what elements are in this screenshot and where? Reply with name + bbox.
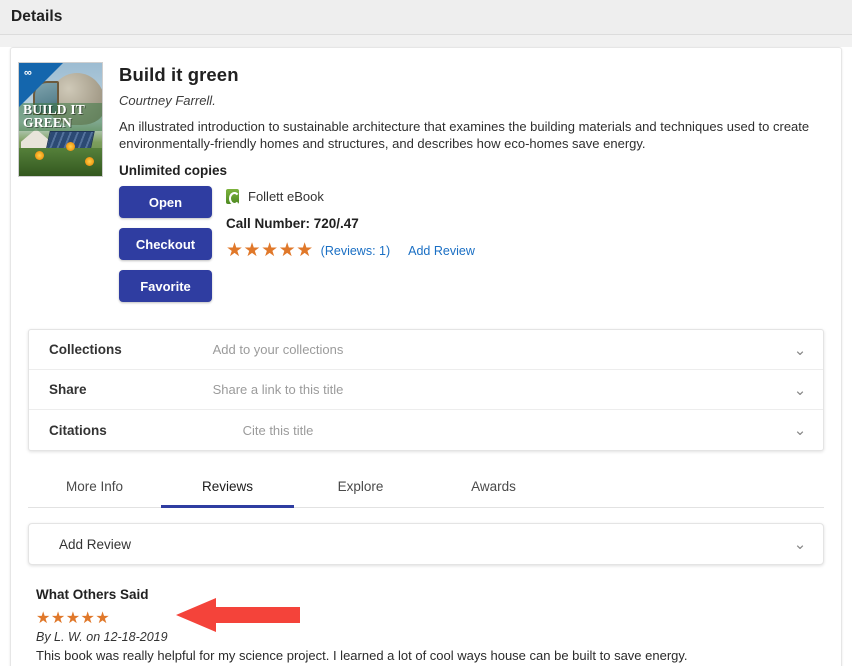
accordion-row-collections[interactable]: Collections Add to your collections ⌄ [29,330,823,370]
accordion-row-share[interactable]: Share Share a link to this title ⌄ [29,370,823,410]
open-button[interactable]: Open [119,186,212,218]
book-title: Build it green [119,64,239,85]
cover-flower [66,142,75,151]
tab-reviews[interactable]: Reviews [161,469,294,508]
cover-flower [35,151,44,160]
availability-label: Unlimited copies [119,163,228,178]
book-cover-image[interactable]: BUILD IT GREEN ∞ [18,62,103,177]
accordion-hint: Add to your collections [212,342,344,357]
book-info: Build it green Courtney Farrell. An illu… [103,62,834,312]
chevron-down-icon[interactable]: ⌄ [777,381,823,399]
details-page: Details BUILD IT GREEN ∞ Build it green … [0,0,852,666]
accordion-row-citations[interactable]: Citations Cite this title ⌄ [29,410,823,450]
star-rating: ★★★★★ [226,240,314,261]
add-review-panel-label: Add Review [59,536,132,552]
page-title: Details [11,8,63,25]
tab-awards[interactable]: Awards [427,469,560,508]
review-star-rating: ★★★★★ [36,610,111,627]
reviews-count-link[interactable]: (Reviews: 1) [321,244,390,258]
add-review-link[interactable]: Add Review [408,244,475,258]
book-author: Courtney Farrell. [119,93,216,108]
accordion-label: Share [49,382,87,397]
chevron-down-icon[interactable]: ⌄ [777,535,823,553]
follett-ebook-icon [226,188,240,205]
add-review-panel[interactable]: Add Review ⌄ [28,523,824,565]
accordion-label: Citations [49,422,107,438]
format-row: Follett eBook [226,187,475,205]
rating-row: ★★★★★ (Reviews: 1) Add Review [226,241,475,260]
accordion-hint: Cite this title [242,422,314,438]
accordion-label: Collections [49,342,122,357]
detail-tabs: More Info Reviews Explore Awards [28,469,824,508]
book-top-row: BUILD IT GREEN ∞ Build it green Courtney… [11,62,841,312]
format-label: Follett eBook [248,188,324,204]
reviews-section: What Others Said ★★★★★ By L. W. on 12-18… [36,587,841,663]
accordion-card: Collections Add to your collections ⌄ Sh… [28,329,824,451]
book-actions: Open Checkout Favorite Follett eBook Cal… [119,186,834,312]
review-item: ★★★★★ By L. W. on 12-18-2019 This book w… [36,610,841,664]
page-header: Details [0,0,852,35]
review-text: This book was really helpful for my scie… [36,648,688,663]
cover-title-line2: GREEN [23,115,73,130]
tab-more-info[interactable]: More Info [28,469,161,508]
book-detail-card: BUILD IT GREEN ∞ Build it green Courtney… [10,47,842,666]
book-meta-column: Follett eBook Call Number: 720/.47 ★★★★★… [212,186,475,312]
chevron-down-icon[interactable]: ⌄ [777,421,823,439]
favorite-button[interactable]: Favorite [119,270,212,302]
cover-flower [85,157,94,166]
checkout-button[interactable]: Checkout [119,228,212,260]
infinity-icon: ∞ [24,67,32,79]
book-summary: An illustrated introduction to sustainab… [119,119,810,151]
header-spacer [0,35,852,47]
accordion-hint: Share a link to this title [212,382,344,397]
chevron-down-icon[interactable]: ⌄ [777,341,823,359]
reviews-heading: What Others Said [36,587,149,602]
action-button-column: Open Checkout Favorite [119,186,212,312]
tab-explore[interactable]: Explore [294,469,427,508]
review-byline: By L. W. on 12-18-2019 [36,630,168,644]
call-number: Call Number: 720/.47 [226,216,359,231]
